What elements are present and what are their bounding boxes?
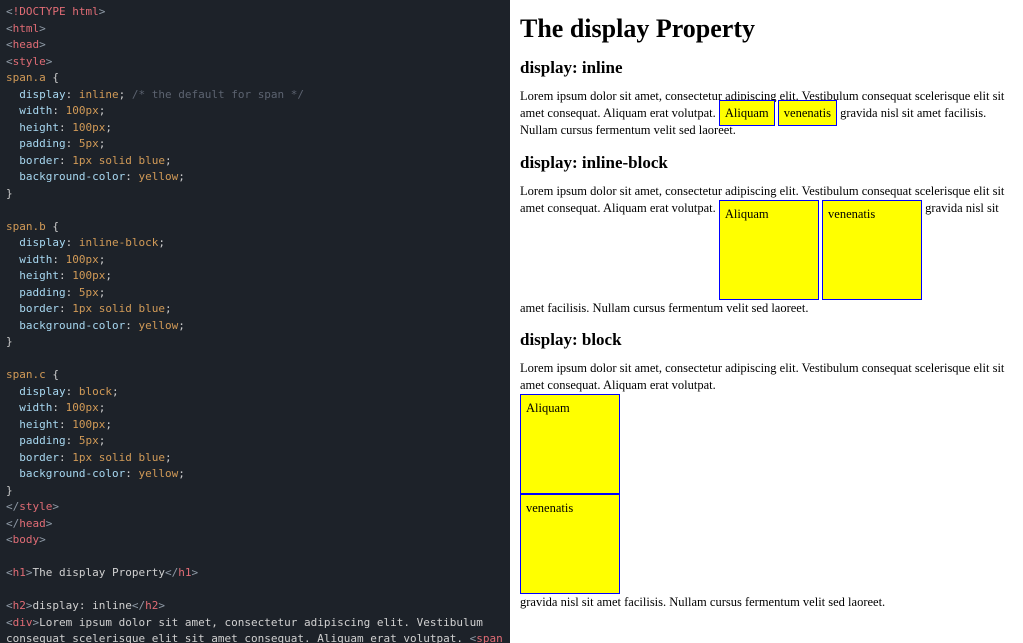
code-line: <h2>display: inline</h2>	[6, 598, 504, 615]
code-line: span.c {	[6, 367, 504, 384]
code-line: }	[6, 186, 504, 203]
code-editor-pane[interactable]: <!DOCTYPE html> <html> <head> <style> sp…	[0, 0, 510, 643]
code-line: <head>	[6, 37, 504, 54]
code-line: span.b {	[6, 219, 504, 236]
preview-heading: The display Property	[520, 14, 1013, 44]
demo-span-inline: venenatis	[778, 100, 837, 126]
code-line: padding: 5px;	[6, 136, 504, 153]
code-line: width: 100px;	[6, 252, 504, 269]
preview-paragraph-inlineblock: Lorem ipsum dolor sit amet, consectetur …	[520, 183, 1013, 317]
code-line: width: 100px;	[6, 400, 504, 417]
code-line: padding: 5px;	[6, 433, 504, 450]
code-line: <html>	[6, 21, 504, 38]
code-line: background-color: yellow;	[6, 318, 504, 335]
demo-span-inlineblock: venenatis	[822, 200, 922, 300]
code-line: background-color: yellow;	[6, 466, 504, 483]
code-line	[6, 351, 504, 368]
preview-subheading-inline: display: inline	[520, 58, 1013, 78]
code-line: height: 100px;	[6, 120, 504, 137]
code-line: border: 1px solid blue;	[6, 450, 504, 467]
code-line: <div>Lorem ipsum dolor sit amet, consect…	[6, 615, 504, 643]
code-line: span.a {	[6, 70, 504, 87]
code-line: </head>	[6, 516, 504, 533]
code-line: border: 1px solid blue;	[6, 301, 504, 318]
preview-subheading-inlineblock: display: inline-block	[520, 153, 1013, 173]
code-line: }	[6, 334, 504, 351]
preview-subheading-block: display: block	[520, 330, 1013, 350]
code-line: display: inline-block;	[6, 235, 504, 252]
code-line: height: 100px;	[6, 417, 504, 434]
demo-span-block: venenatis	[520, 494, 620, 594]
code-line: </style>	[6, 499, 504, 516]
code-line	[6, 202, 504, 219]
preview-pane: The display Property display: inline Lor…	[510, 0, 1023, 643]
para-text: Lorem ipsum dolor sit amet, consectetur …	[520, 361, 1004, 392]
code-line: <body>	[6, 532, 504, 549]
code-line: }	[6, 483, 504, 500]
code-line: display: inline; /* the default for span…	[6, 87, 504, 104]
code-line: height: 100px;	[6, 268, 504, 285]
code-line: border: 1px solid blue;	[6, 153, 504, 170]
code-line: <style>	[6, 54, 504, 71]
code-line: padding: 5px;	[6, 285, 504, 302]
code-line: background-color: yellow;	[6, 169, 504, 186]
code-line	[6, 582, 504, 599]
code-line: <!DOCTYPE html>	[6, 4, 504, 21]
code-line: display: block;	[6, 384, 504, 401]
preview-paragraph-inline: Lorem ipsum dolor sit amet, consectetur …	[520, 88, 1013, 139]
demo-span-block: Aliquam	[520, 394, 620, 494]
code-line	[6, 549, 504, 566]
para-text: gravida nisl sit amet facilisis. Nullam …	[520, 595, 885, 609]
demo-span-inlineblock: Aliquam	[719, 200, 819, 300]
preview-paragraph-block: Lorem ipsum dolor sit amet, consectetur …	[520, 360, 1013, 611]
code-line: width: 100px;	[6, 103, 504, 120]
code-line: <h1>The display Property</h1>	[6, 565, 504, 582]
